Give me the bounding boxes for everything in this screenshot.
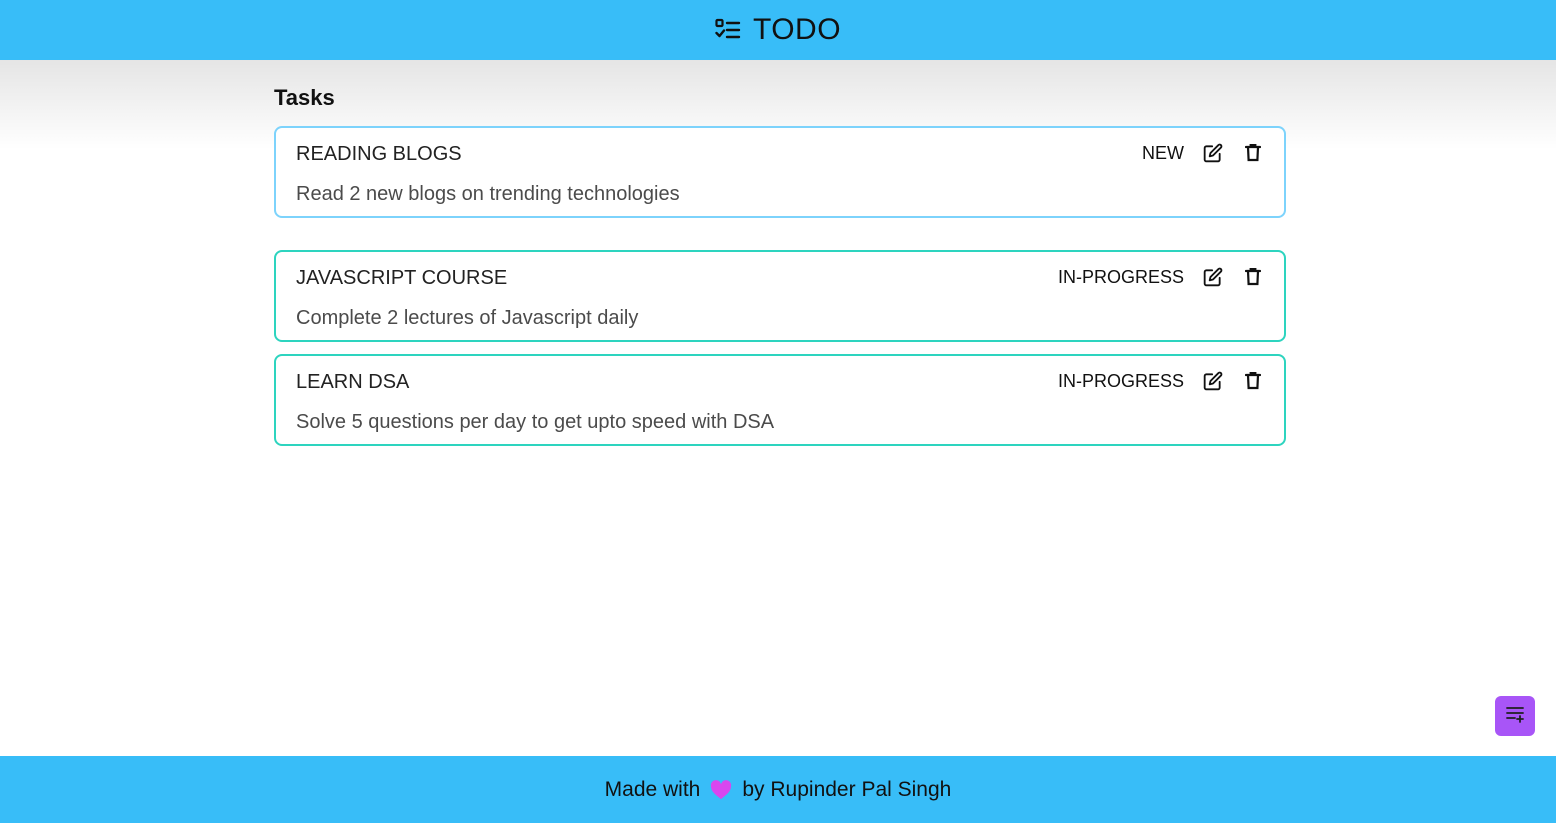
trash-icon[interactable]	[1242, 370, 1264, 392]
trash-icon[interactable]	[1242, 142, 1264, 164]
checklist-icon	[715, 18, 741, 42]
app-header: TODO	[0, 0, 1556, 60]
task-title: JAVASCRIPT COURSE	[296, 267, 508, 289]
task-description: Solve 5 questions per day to get upto sp…	[296, 411, 775, 433]
task-title: LEARN DSA	[296, 371, 410, 393]
app-title: TODO	[752, 13, 842, 46]
footer-suffix: by Rupinder Pal Singh	[742, 777, 952, 801]
app-footer: Made with by Rupinder Pal Singh	[0, 756, 1556, 823]
footer-prefix: Made with	[604, 777, 701, 801]
add-task-icon	[1505, 705, 1525, 728]
edit-icon[interactable]	[1202, 370, 1224, 392]
task-card: LEARN DSA IN-PROGRESS Solve 5 questions …	[274, 354, 1286, 446]
heart-icon	[710, 779, 732, 800]
edit-icon[interactable]	[1202, 266, 1224, 288]
task-status: IN-PROGRESS	[1057, 370, 1184, 391]
add-task-button[interactable]	[1495, 696, 1535, 736]
task-status: NEW	[1142, 142, 1184, 163]
task-actions: NEW	[1142, 142, 1264, 164]
task-description: Complete 2 lectures of Javascript daily	[296, 307, 639, 329]
main-content: Tasks READING BLOGS NEW Read 2 new blogs…	[274, 84, 1286, 446]
task-actions: IN-PROGRESS	[1058, 370, 1264, 392]
task-card: READING BLOGS NEW Read 2 new blogs on tr…	[274, 126, 1286, 218]
task-title: READING BLOGS	[296, 143, 462, 165]
trash-icon[interactable]	[1242, 266, 1264, 288]
task-actions: IN-PROGRESS	[1058, 266, 1264, 288]
task-description: Read 2 new blogs on trending technologie…	[296, 183, 680, 205]
task-card: JAVASCRIPT COURSE IN-PROGRESS Complete 2…	[274, 250, 1286, 342]
section-title: Tasks	[274, 85, 335, 110]
edit-icon[interactable]	[1202, 142, 1224, 164]
task-status: IN-PROGRESS	[1057, 266, 1184, 287]
